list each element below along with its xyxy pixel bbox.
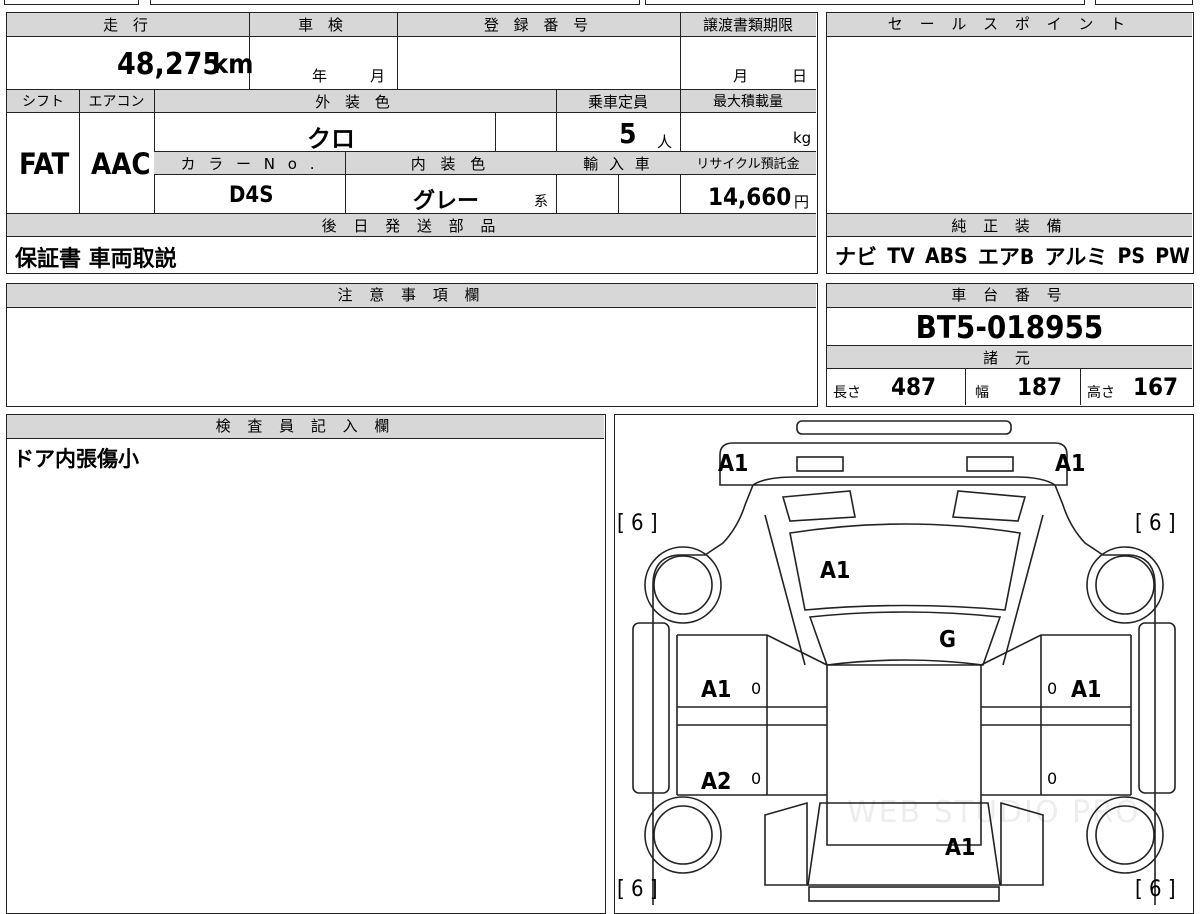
exterior-color-value: クロ (307, 125, 355, 153)
mark-front-left: A1 (718, 451, 749, 477)
label-later-parts: 後 日 発 送 部 品 (321, 217, 502, 235)
capacity-value: 5 (619, 117, 637, 150)
sales-point-box: セ ー ル ス ポ イ ン ト 純 正 装 備 ナビ TV ABS エアB アル… (826, 12, 1194, 274)
chassis-box: 車 台 番 号 BT5-018955 諸 元 長さ 487 幅 187 高さ 1… (826, 283, 1194, 407)
mark-front-right: A1 (1055, 451, 1086, 477)
car-outline (632, 420, 1176, 905)
transfer-day-unit: 日 (792, 67, 808, 85)
interior-color-value: グレー (413, 189, 480, 214)
interior-suffix: 系 (534, 194, 548, 210)
label-inspector: 検 査 員 記 入 欄 (7, 415, 604, 439)
mileage-unit: km (212, 49, 254, 80)
label-notes: 注 意 事 項 欄 (7, 284, 816, 308)
inspector-note: ドア内張傷小 (13, 447, 139, 471)
equipment-pw: PW (1155, 244, 1190, 268)
color-no-value: D4S (229, 183, 274, 208)
label-import: 輸 入 車 (583, 155, 653, 173)
label-transfer-deadline: 譲渡書類期限 (702, 16, 793, 34)
label-genuine-equipment: 純 正 装 備 (951, 217, 1068, 235)
label-mileage: 走 行 (103, 16, 153, 34)
label-registration: 登 録 番 号 (483, 16, 594, 34)
equipment-alloy: アルミ (1044, 245, 1108, 269)
mileage-value: 48,275 (117, 47, 222, 82)
capacity-unit: 人 (657, 133, 673, 151)
recycle-fee-value: 14,660 (708, 183, 792, 211)
load-unit: kg (793, 129, 812, 147)
transfer-month-unit: 月 (733, 67, 749, 85)
equipment-abs: ABS (924, 244, 968, 268)
aircon-value: AAC (91, 147, 151, 181)
width-label: 幅 (975, 385, 989, 401)
tire-rear-right: [ 6 ] (1135, 877, 1176, 902)
mark-rear: A1 (945, 835, 976, 861)
zero-right-front: 0 (1047, 679, 1058, 698)
inspector-box: 検 査 員 記 入 欄 ドア内張傷小 (6, 414, 606, 914)
later-parts-value: 保証書 車両取説 (15, 247, 177, 272)
car-diagram: A1 A1 A1 G A1 A1 A2 A1 0 0 0 0 [ 6 ] [ 6… (614, 414, 1194, 914)
tire-front-right: [ 6 ] (1135, 511, 1176, 536)
zero-left-front: 0 (751, 679, 762, 698)
mark-left-rear-door: A2 (701, 769, 732, 795)
label-inspection: 車 検 (298, 16, 348, 34)
label-color-no: カ ラ ー N o . (180, 155, 319, 173)
label-exterior-color: 外 装 色 (315, 93, 395, 111)
inspection-year-unit: 年 (312, 67, 328, 85)
shift-value: FAT (19, 147, 70, 181)
label-sales-point: セ ー ル ス ポ イ ン ト (827, 13, 1192, 37)
inspection-month-unit: 月 (370, 67, 386, 85)
length-value: 487 (891, 373, 937, 401)
label-capacity: 乗車定員 (587, 93, 648, 111)
equipment-ps: PS (1117, 244, 1145, 268)
label-aircon: エアコン (88, 94, 145, 110)
height-label: 高さ (1087, 385, 1115, 401)
top-strip (0, 0, 1200, 6)
label-recycle: リサイクル預託金 (696, 157, 800, 172)
tire-front-left: [ 6 ] (617, 511, 658, 536)
chassis-no-value: BT5-018955 (915, 310, 1104, 346)
equipment-tv: TV (887, 244, 915, 268)
recycle-unit: 円 (794, 193, 810, 211)
vehicle-info-table: 走 行 車 検 登 録 番 号 譲渡書類期限 48,275 km 年 月 月 日… (6, 12, 818, 274)
height-value: 167 (1133, 373, 1179, 401)
equipment-airbag: エアB (977, 245, 1035, 269)
label-shift: シフト (22, 94, 64, 110)
label-max-load: 最大積載量 (713, 94, 783, 110)
mark-windshield: G (939, 627, 956, 653)
zero-left-rear: 0 (751, 769, 762, 788)
tire-rear-left: [ 6 ] (617, 877, 658, 902)
watermark: WEB STUDIO PRO (847, 795, 1141, 830)
label-specs: 諸 元 (983, 349, 1036, 367)
mark-hood: A1 (820, 558, 851, 584)
notes-box: 注 意 事 項 欄 (6, 283, 818, 407)
mark-right-front-door: A1 (1071, 677, 1102, 703)
label-interior-color: 内 装 色 (410, 155, 491, 173)
mark-left-front-door: A1 (701, 677, 732, 703)
equipment-nav: ナビ (835, 245, 877, 269)
length-label: 長さ (833, 385, 861, 401)
width-value: 187 (1017, 373, 1063, 401)
label-chassis-no: 車 台 番 号 (827, 284, 1192, 308)
equipment-list: ナビ TV ABS エアB アルミ PS PW (835, 240, 1190, 272)
zero-right-rear: 0 (1047, 769, 1058, 788)
